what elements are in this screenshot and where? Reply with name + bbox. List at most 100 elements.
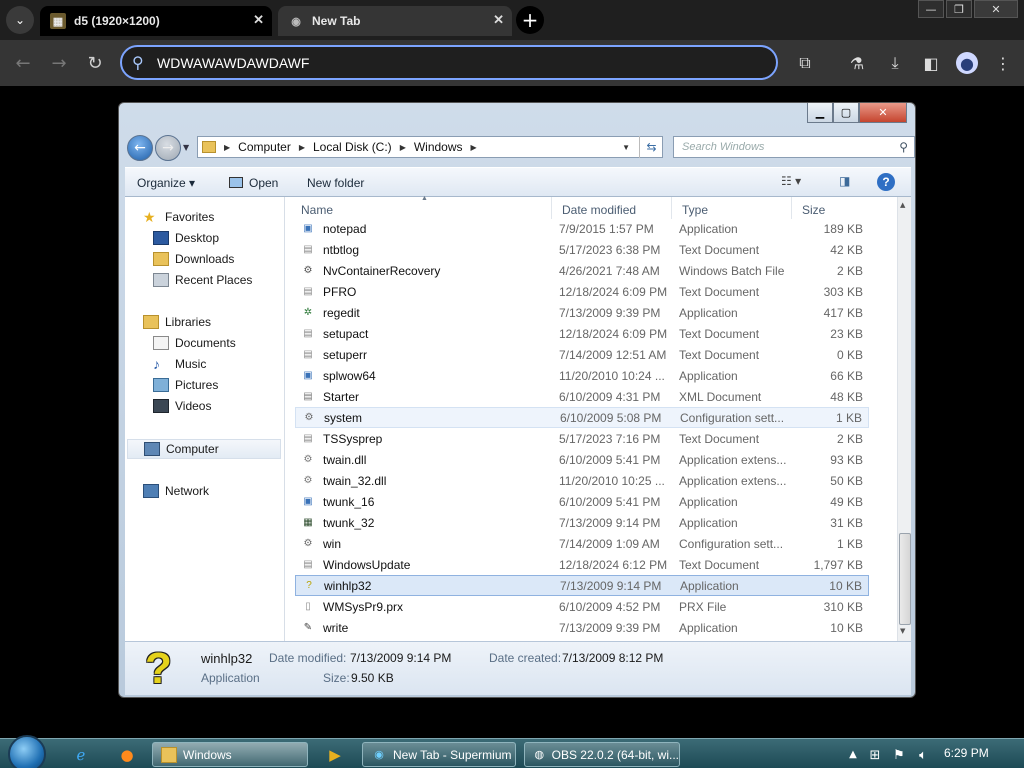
column-header-size[interactable]: Size [802, 203, 825, 217]
forward-arrow-icon[interactable]: → [46, 50, 72, 76]
network-tray-icon[interactable]: ⊞ [864, 744, 886, 766]
back-arrow-icon[interactable]: ← [10, 50, 36, 76]
file-row[interactable]: ▯ WMSysPr9.prx 6/10/2009 4:52 PM PRX File 31… [295, 596, 869, 617]
explorer-minimize-button[interactable]: ▁ [807, 103, 833, 123]
nav-libraries[interactable]: Libraries [143, 312, 211, 332]
clock[interactable]: 6:29 PM [944, 746, 989, 760]
file-row[interactable]: ? winhlp32 7/13/2009 9:14 PM Application 10 … [295, 575, 869, 596]
close-window-button[interactable]: ✕ [974, 0, 1018, 18]
file-row[interactable]: ▤ Starter 6/10/2009 4:31 PM XML Document 48 … [295, 386, 869, 407]
action-center-flag-icon[interactable]: ⚑ [888, 744, 910, 766]
reload-icon[interactable]: ↻ [82, 50, 108, 76]
nav-documents[interactable]: Documents [153, 333, 236, 353]
explorer-maximize-button[interactable]: ▢ [833, 103, 859, 123]
new-tab-button[interactable]: + [516, 6, 544, 34]
file-row[interactable]: ▣ notepad 7/9/2015 1:57 PM Application 189 K… [295, 218, 869, 239]
file-row[interactable]: ▣ twunk_16 6/10/2009 5:41 PM Application 49 … [295, 491, 869, 512]
scroll-up-icon[interactable]: ▲ [900, 201, 905, 209]
back-arrow-icon[interactable]: ← [127, 135, 153, 161]
file-row[interactable]: ▤ setupact 12/18/2024 6:09 PM Text Document… [295, 323, 869, 344]
file-row[interactable]: ⚙ system 6/10/2009 5:08 PM Configuration se… [295, 407, 869, 428]
column-header-name[interactable]: Name [301, 203, 333, 217]
show-hidden-icons-chevron-icon[interactable]: ▲ [842, 743, 864, 765]
breadcrumb-computer[interactable]: Computer [238, 140, 291, 154]
file-row[interactable]: ⚙ twain_32.dll 11/20/2010 10:25 ... Applica… [295, 470, 869, 491]
nav-computer[interactable]: Computer [127, 439, 281, 459]
column-divider[interactable] [791, 197, 792, 219]
side-panel-icon[interactable]: ◧ [920, 52, 942, 74]
nav-pictures[interactable]: Pictures [153, 375, 218, 395]
forward-arrow-icon[interactable]: → [155, 135, 181, 161]
menu-kebab-icon[interactable]: ⋮ [992, 52, 1014, 74]
organize-button[interactable]: Organize ▾ [137, 176, 195, 190]
file-date-modified: 4/26/2021 7:48 AM [559, 263, 660, 278]
file-row[interactable]: ⚙ NvContainerRecovery 4/26/2021 7:48 AM Win… [295, 260, 869, 281]
close-tab-icon[interactable]: ✕ [253, 12, 264, 28]
scrollbar-thumb[interactable] [899, 533, 911, 625]
file-name: twain.dll [323, 452, 367, 467]
nav-recent-places[interactable]: Recent Places [153, 270, 252, 290]
extensions-icon[interactable]: ⧉ [794, 52, 816, 74]
file-row[interactable]: ⚙ win 7/14/2009 1:09 AM Configuration sett.… [295, 533, 869, 554]
nav-desktop[interactable]: Desktop [153, 228, 219, 248]
breadcrumb-windows[interactable]: Windows [414, 140, 463, 154]
file-row[interactable]: ▣ splwow64 11/20/2010 10:24 ... Application… [295, 365, 869, 386]
tab-new-tab[interactable]: ◉ New Tab ✕ [278, 6, 512, 36]
taskbar-item-obs[interactable]: ◍ OBS 22.0.2 (64-bit, wi... [524, 742, 680, 767]
column-divider[interactable] [551, 197, 552, 219]
download-icon[interactable]: ⤓ [884, 52, 906, 74]
search-input[interactable]: Search Windows ⚲ [673, 136, 915, 158]
profile-avatar-icon[interactable]: ● [956, 52, 978, 74]
file-row[interactable]: ▤ PFRO 12/18/2024 6:09 PM Text Document 303 … [295, 281, 869, 302]
address-bar-text[interactable]: WDWAWAWDAWDAWF [157, 55, 309, 71]
firefox-icon[interactable]: ● [116, 744, 138, 766]
scroll-down-icon[interactable]: ▼ [900, 627, 905, 635]
taskbar-item-windows[interactable]: Windows [152, 742, 308, 767]
file-row[interactable]: ▤ TSSysprep 5/17/2023 7:16 PM Text Document… [295, 428, 869, 449]
start-button[interactable] [8, 735, 46, 768]
nav-music[interactable]: ♪ Music [153, 354, 206, 374]
explorer-close-button[interactable]: ✕ [859, 103, 907, 123]
nav-favorites[interactable]: ★ Favorites [143, 207, 214, 227]
address-bar[interactable]: ⚲ WDWAWAWDAWDAWF [120, 45, 778, 80]
help-icon[interactable]: ? [877, 173, 895, 191]
file-row[interactable]: ▤ setuperr 7/14/2009 12:51 AM Text Document… [295, 344, 869, 365]
file-type: Application extens... [679, 473, 787, 488]
breadcrumb-local-disk[interactable]: Local Disk (C:) [313, 140, 392, 154]
column-divider[interactable] [671, 197, 672, 219]
file-row[interactable]: ▤ ntbtlog 5/17/2023 6:38 PM Text Document 42… [295, 239, 869, 260]
labs-flask-icon[interactable]: ⚗ [846, 52, 868, 74]
nav-downloads[interactable]: Downloads [153, 249, 234, 269]
volume-muted-icon[interactable]: 🔈︎ [912, 744, 934, 766]
address-dropdown-icon[interactable]: ▼ [622, 143, 630, 152]
file-type: Application [680, 578, 739, 593]
breadcrumb[interactable]: ▶ Computer ▶ Local Disk (C:) ▶ Windows ▶… [197, 136, 663, 158]
new-folder-button[interactable]: New folder [307, 176, 364, 190]
tab-search-button[interactable]: ⌄ [6, 6, 34, 34]
text-file-icon: ▤ [303, 244, 313, 255]
file-row[interactable]: ▦ twunk_32 7/13/2009 9:14 PM Application 31 … [295, 512, 869, 533]
column-header-date-modified[interactable]: Date modified [562, 203, 636, 217]
nav-videos[interactable]: Videos [153, 396, 211, 416]
file-row[interactable]: ✎ write 7/13/2009 9:39 PM Application 10 KB [295, 617, 869, 638]
file-row[interactable]: ▤ WindowsUpdate 12/18/2024 6:12 PM Text Doc… [295, 554, 869, 575]
refresh-icon[interactable]: ⇆ [639, 136, 663, 158]
file-row[interactable]: ⚙ twain.dll 6/10/2009 5:41 PM Application e… [295, 449, 869, 470]
vertical-scrollbar[interactable]: ▲ ▼ [897, 197, 911, 641]
column-header-type[interactable]: Type [682, 203, 708, 217]
preview-pane-icon[interactable]: ◨ [839, 174, 850, 188]
recent-pages-chevron-icon[interactable]: ▼ [183, 143, 189, 152]
internet-explorer-icon[interactable]: ℯ [70, 744, 92, 766]
nav-network[interactable]: Network [143, 481, 209, 501]
minimize-window-button[interactable]: — [918, 0, 944, 18]
file-row[interactable]: ✲ regedit 7/13/2009 9:39 PM Application 417 … [295, 302, 869, 323]
regedit-icon: ✲ [303, 307, 313, 318]
taskbar-item-supermium[interactable]: ◉ New Tab - Supermium [362, 742, 516, 767]
view-options-icon[interactable]: ☷ ▾ [781, 174, 801, 188]
open-button[interactable]: Open [229, 176, 278, 190]
media-player-icon[interactable]: ▶ [324, 744, 346, 766]
restore-window-button[interactable]: ❐ [946, 0, 972, 18]
close-tab-icon[interactable]: ✕ [493, 12, 504, 28]
tab-d5[interactable]: ▦ d5 (1920×1200) ✕ [40, 6, 272, 36]
file-type: Text Document [679, 431, 760, 446]
